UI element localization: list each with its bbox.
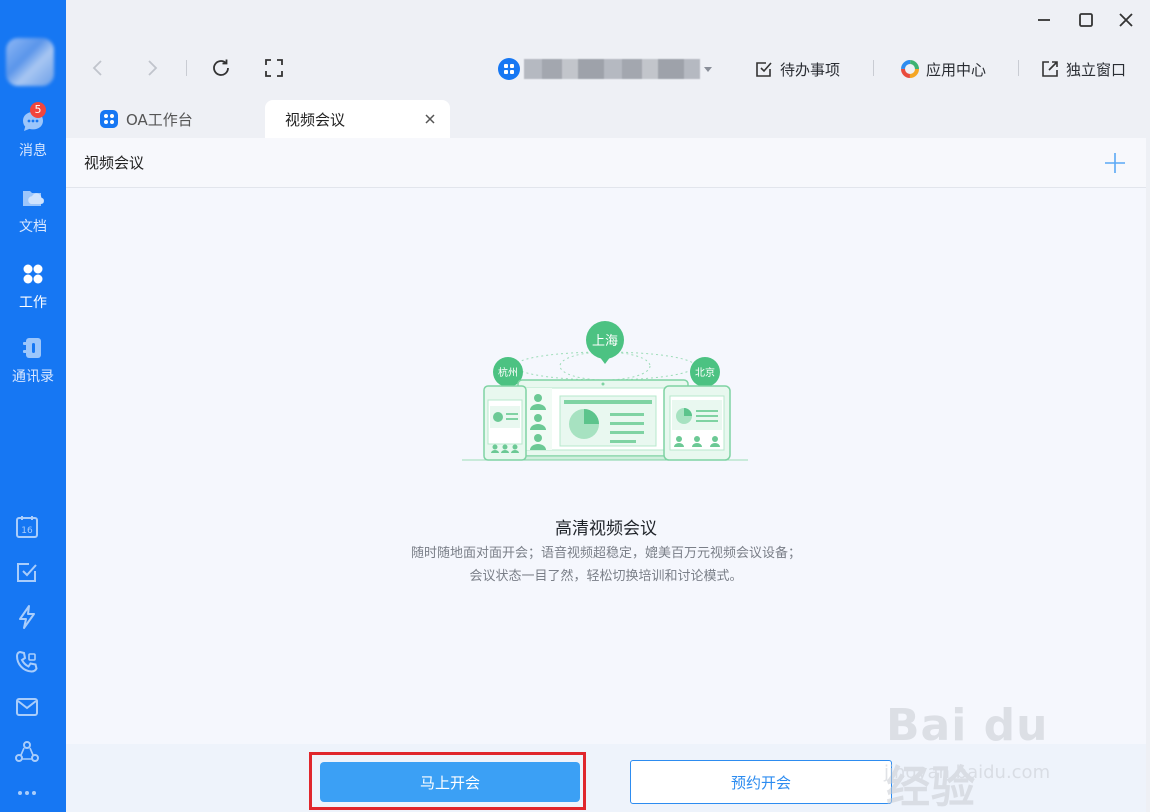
forward-icon[interactable]: [140, 56, 164, 80]
main-panel: 视频会议 上海 杭州 北京 高清视频会议 随时随地面对面开会；语音视频超稳定，媲…: [66, 138, 1146, 812]
tab-label: 视频会议: [285, 110, 346, 129]
standalone-window-button[interactable]: 独立窗口: [1040, 58, 1126, 80]
back-icon[interactable]: [86, 56, 110, 80]
lightning-icon[interactable]: [14, 604, 40, 630]
close-icon[interactable]: [1114, 8, 1138, 32]
tab-close-icon[interactable]: [424, 113, 436, 125]
phone-graphic: [483, 385, 527, 461]
avatar[interactable]: [6, 38, 54, 86]
schedule-meeting-button[interactable]: 预约开会: [630, 760, 892, 804]
cloud-folder-icon: [23, 191, 44, 206]
video-meeting-illustration: 上海 杭州 北京: [462, 321, 748, 461]
action-bar: 马上开会 预约开会: [66, 744, 1146, 812]
app-center-button[interactable]: 应用中心: [900, 58, 986, 80]
account-name-redacted: [524, 59, 700, 79]
svg-text:16: 16: [21, 526, 33, 536]
more-icon[interactable]: [14, 780, 40, 806]
fullscreen-icon[interactable]: [262, 56, 286, 80]
maximize-icon[interactable]: [1074, 8, 1098, 32]
divider: [873, 60, 874, 76]
minimize-icon[interactable]: [1032, 8, 1056, 32]
chevron-down-icon: [704, 66, 712, 72]
unread-badge: 5: [30, 102, 46, 118]
contacts-icon: [23, 338, 41, 358]
sidebar-item-label: 文档: [19, 219, 47, 235]
svg-text:北京: 北京: [695, 366, 715, 379]
calendar-icon[interactable]: 16: [14, 514, 40, 540]
standalone-window-label: 独立窗口: [1066, 60, 1127, 79]
feature-headline: 高清视频会议: [555, 519, 657, 539]
phone-video-icon[interactable]: [14, 649, 40, 675]
svg-text:杭州: 杭州: [498, 366, 518, 379]
tab-video-meeting[interactable]: 视频会议: [265, 100, 450, 138]
tablet-graphic: [663, 385, 731, 461]
org-logo-icon: [498, 58, 520, 80]
sidebar: 5 消息 文档 工作 通讯录 16: [0, 0, 66, 812]
sidebar-item-label: 消息: [19, 143, 47, 159]
feature-description-line-2: 会议状态一目了然，轻松切换培训和讨论模式。: [469, 569, 743, 584]
title-bar: [66, 0, 1150, 40]
grid-icon: [23, 264, 43, 284]
app-center-label: 应用中心: [926, 60, 987, 79]
todo-check-icon: [756, 62, 772, 77]
app-grid-icon: [100, 110, 118, 128]
account-switcher[interactable]: [498, 58, 712, 80]
add-icon[interactable]: [1104, 152, 1126, 174]
sidebar-item-label: 通讯录: [12, 369, 54, 385]
todo-label: 待办事项: [780, 60, 841, 79]
divider: [186, 60, 187, 76]
annotation-highlight-box: [309, 752, 586, 810]
panel-header: 视频会议: [66, 138, 1146, 188]
refresh-icon[interactable]: [209, 56, 233, 80]
location-pin-shanghai: 上海: [586, 321, 624, 364]
external-window-icon: [1042, 61, 1058, 77]
svg-text:上海: 上海: [592, 334, 618, 349]
page-title: 视频会议: [84, 154, 145, 172]
todo-button[interactable]: 待办事项: [754, 58, 840, 80]
app-center-icon: [901, 60, 919, 78]
tab-oa-workbench[interactable]: OA工作台: [100, 100, 260, 138]
mail-icon[interactable]: [14, 694, 40, 720]
sidebar-item-work[interactable]: 工作: [0, 260, 66, 312]
sidebar-item-label: 工作: [19, 295, 47, 311]
org-network-icon[interactable]: [14, 739, 40, 765]
sidebar-item-contacts[interactable]: 通讯录: [0, 334, 66, 386]
toolbar: 待办事项 应用中心 独立窗口: [66, 40, 1150, 96]
todo-check-icon[interactable]: [14, 559, 40, 585]
sidebar-item-docs[interactable]: 文档: [0, 184, 66, 236]
tab-bar: OA工作台 视频会议: [66, 96, 1150, 138]
sidebar-item-messages[interactable]: 5 消息: [0, 102, 66, 160]
divider: [1018, 60, 1019, 76]
tab-label: OA工作台: [126, 110, 193, 129]
feature-description-line-1: 随时随地面对面开会；语音视频超稳定，媲美百万元视频会议设备；: [410, 546, 801, 561]
